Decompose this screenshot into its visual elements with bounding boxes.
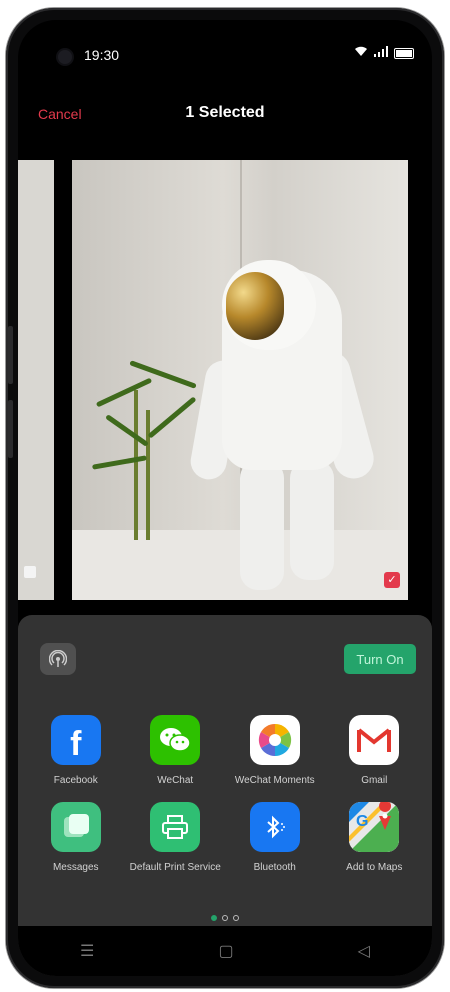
astronaut-leg [240, 460, 284, 590]
share-target-gmail[interactable]: Gmail [325, 715, 425, 786]
share-row: Messages Default Print Service Bluetooth… [26, 802, 424, 873]
wechat-moments-icon [249, 715, 300, 765]
battery-icon [394, 47, 414, 59]
app-label: Add to Maps [346, 862, 403, 873]
volume-up-button [8, 326, 13, 384]
plant-leaf [147, 396, 197, 439]
back-icon[interactable]: ◁ [358, 941, 370, 961]
maps-icon: G [349, 802, 400, 852]
app-label: Default Print Service [129, 862, 221, 873]
navigation-bar: ☰ ▢ ◁ [18, 926, 432, 976]
wifi-icon [354, 46, 368, 60]
selected-photo[interactable]: ✓ [72, 160, 408, 600]
broadcast-icon [49, 650, 67, 667]
status-time: 19:30 [84, 47, 120, 63]
share-target-maps[interactable]: G Add to Maps [325, 802, 425, 873]
selected-checkbox[interactable]: ✓ [384, 572, 400, 588]
page-indicator [18, 915, 432, 921]
bluetooth-icon [249, 802, 300, 852]
plant-leaf [95, 377, 153, 408]
share-target-print[interactable]: Default Print Service [126, 802, 226, 873]
front-camera [58, 50, 72, 64]
facebook-icon: f [50, 715, 101, 765]
page-dot[interactable] [222, 915, 228, 921]
previous-photo[interactable] [18, 160, 54, 600]
gmail-icon [349, 715, 400, 765]
app-label: WeChat Moments [234, 775, 315, 786]
status-bar: 19:30 [18, 20, 432, 90]
screen: 19:30 Cancel 1 Selected ✓ Turn On f Face… [18, 20, 432, 976]
share-sheet: Turn On f Facebook WeChat WeChat Moments… [18, 615, 432, 976]
plant-leaf [91, 455, 148, 470]
volume-down-button [8, 400, 13, 458]
app-label: Messages [52, 862, 99, 873]
turn-on-button[interactable]: Turn On [344, 644, 416, 674]
app-label: Facebook [53, 775, 98, 786]
wechat-icon [150, 715, 201, 765]
plant-stem [146, 410, 150, 540]
share-target-messages[interactable]: Messages [26, 802, 126, 873]
menu-icon[interactable]: ☰ [80, 941, 94, 961]
print-icon [150, 802, 201, 852]
photo-carousel[interactable]: ✓ [18, 160, 432, 616]
app-label: Gmail [361, 775, 388, 786]
plant-stem [134, 390, 138, 540]
share-target-wechat-moments[interactable]: WeChat Moments [225, 715, 325, 786]
share-row: f Facebook WeChat WeChat Moments Gmail [26, 715, 424, 786]
astronaut-visor [226, 272, 284, 340]
app-label: WeChat [157, 775, 194, 786]
page-dot[interactable] [233, 915, 239, 921]
astronaut-leg [290, 460, 334, 580]
app-label: Bluetooth [253, 862, 296, 873]
plant-leaf [105, 414, 149, 447]
home-icon[interactable]: ▢ [218, 941, 233, 961]
status-icons [354, 46, 414, 60]
page-dot[interactable] [211, 915, 217, 921]
signal-icon [374, 46, 388, 60]
share-target-wechat[interactable]: WeChat [126, 715, 226, 786]
share-target-facebook[interactable]: f Facebook [26, 715, 126, 786]
share-app-grid: f Facebook WeChat WeChat Moments Gmail M… [26, 715, 424, 889]
phone-frame: 19:30 Cancel 1 Selected ✓ Turn On f Face… [6, 8, 444, 988]
nearby-share-button[interactable] [40, 643, 76, 675]
svg-text:G: G [356, 813, 368, 830]
page-title: 1 Selected [185, 104, 265, 121]
messages-icon [50, 802, 101, 852]
share-target-bluetooth[interactable]: Bluetooth [225, 802, 325, 873]
top-bar: Cancel 1 Selected [18, 100, 432, 140]
previous-photo-checkbox[interactable] [24, 566, 36, 578]
